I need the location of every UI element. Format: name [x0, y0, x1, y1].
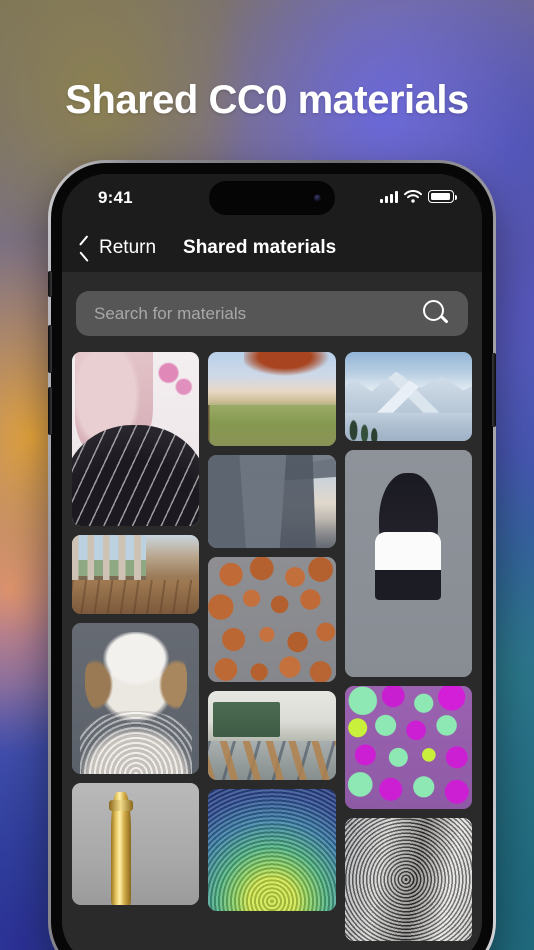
material-grid [70, 352, 474, 941]
wifi-icon [404, 190, 422, 203]
material-grid-column-2 [208, 352, 336, 941]
status-bar-indicators [380, 190, 457, 203]
material-tile-terracotta-spheres[interactable] [208, 557, 336, 682]
material-thumbnail-scifi-pillars-bridge [208, 455, 336, 549]
dynamic-island [209, 181, 335, 215]
cellular-signal-icon [380, 190, 398, 203]
material-tile-concentric-rings-pattern[interactable] [208, 789, 336, 912]
status-bar: 9:41 [62, 174, 482, 224]
material-tile-scifi-pillars-bridge[interactable] [208, 455, 336, 549]
phone-screen: 9:41 Return Shared materials Search for … [62, 174, 482, 950]
screen-title: Shared materials [183, 237, 337, 258]
material-thumbnail-concentric-rings-pattern [208, 789, 336, 912]
material-thumbnail-autumn-farm-landscape [208, 352, 336, 447]
phone-device-frame: 9:41 Return Shared materials Search for … [48, 160, 496, 950]
material-thumbnail-empty-classroom [208, 690, 336, 781]
volume-up-button[interactable] [48, 325, 52, 373]
material-thumbnail-magenta-cell-pattern [344, 685, 472, 810]
material-tile-gray-wool-texture[interactable] [344, 818, 472, 941]
material-thumbnail-anime-schoolgirl [344, 450, 472, 677]
material-tile-anime-maid-girl[interactable] [72, 352, 200, 527]
back-button[interactable]: Return [79, 237, 156, 259]
content-area [62, 272, 482, 950]
material-tile-magenta-cell-pattern[interactable] [344, 685, 472, 810]
page-title: Shared CC0 materials [65, 78, 469, 122]
material-tile-snowy-mountain-valley[interactable] [344, 352, 472, 442]
material-thumbnail-snowy-mountain-valley [344, 352, 472, 442]
material-tile-poodle-dog-portrait[interactable] [72, 623, 200, 774]
search-input[interactable] [94, 303, 422, 324]
chevron-left-icon [79, 239, 90, 258]
material-thumbnail-champagne-bottle [72, 782, 200, 905]
material-thumbnail-gray-wool-texture [344, 818, 472, 941]
material-tile-autumn-farm-landscape[interactable] [208, 352, 336, 447]
material-thumbnail-anime-maid-girl [72, 352, 200, 527]
screenshot-root: Shared CC0 materials 9:41 Return Shared … [0, 0, 534, 950]
material-tile-anime-schoolgirl[interactable] [344, 450, 472, 677]
battery-icon [428, 190, 457, 203]
back-button-label: Return [99, 237, 157, 258]
status-bar-clock: 9:41 [98, 188, 133, 207]
material-tile-empty-classroom[interactable] [208, 690, 336, 781]
material-thumbnail-terracotta-spheres [208, 557, 336, 682]
material-tile-restaurant-terrace[interactable] [72, 535, 200, 615]
phone-bezel: 9:41 Return Shared materials Search for … [48, 163, 496, 950]
volume-down-button[interactable] [48, 387, 52, 435]
front-camera-icon [314, 194, 321, 202]
navigation-bar: Return Shared materials [62, 224, 482, 272]
power-button[interactable] [492, 353, 496, 427]
material-thumbnail-restaurant-terrace [72, 535, 200, 615]
silent-switch[interactable] [48, 271, 52, 297]
search-bar[interactable] [76, 291, 468, 336]
material-grid-column-3 [344, 352, 472, 941]
material-thumbnail-poodle-dog-portrait [72, 623, 200, 774]
search-icon[interactable] [422, 299, 450, 328]
material-grid-column-1 [72, 352, 200, 941]
material-tile-champagne-bottle[interactable] [72, 782, 200, 905]
